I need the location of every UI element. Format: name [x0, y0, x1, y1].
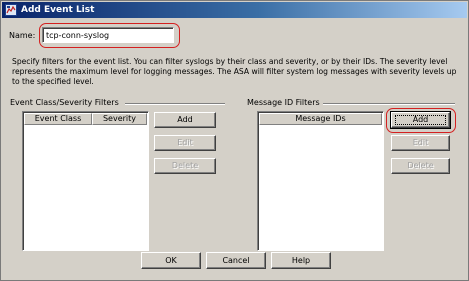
dialog-title: Add Event List [21, 5, 95, 15]
message-id-table[interactable]: Message IDs [257, 111, 384, 251]
add-button-highlight-annotation [386, 108, 456, 133]
asdm-app-icon [5, 4, 17, 16]
event-class-edit-button[interactable]: Edit [154, 135, 216, 151]
column-header-message-ids[interactable]: Message IDs [259, 113, 382, 125]
description-text: Specify filters for the event list. You … [12, 57, 457, 86]
column-header-event-class[interactable]: Event Class [24, 113, 92, 125]
message-id-edit-button[interactable]: Edit [391, 135, 450, 151]
message-id-delete-button[interactable]: Delete [391, 158, 450, 174]
ok-button[interactable]: OK [141, 252, 201, 269]
name-label: Name: [9, 31, 36, 40]
message-id-filters-label: Message ID Filters [247, 98, 320, 107]
name-highlight-annotation [39, 23, 180, 48]
event-class-add-button[interactable]: Add [154, 112, 216, 128]
event-class-table[interactable]: Event Class Severity [22, 111, 149, 251]
column-header-severity[interactable]: Severity [92, 113, 147, 125]
add-event-list-dialog: Add Event List Name: Specify filters for… [0, 0, 469, 281]
help-button[interactable]: Help [271, 252, 331, 269]
title-bar[interactable]: Add Event List [2, 2, 467, 18]
message-id-separator [323, 103, 455, 105]
event-class-separator [125, 103, 225, 105]
event-class-filters-label: Event Class/Severity Filters [10, 98, 119, 107]
event-class-delete-button[interactable]: Delete [154, 158, 216, 174]
cancel-button[interactable]: Cancel [206, 252, 266, 269]
